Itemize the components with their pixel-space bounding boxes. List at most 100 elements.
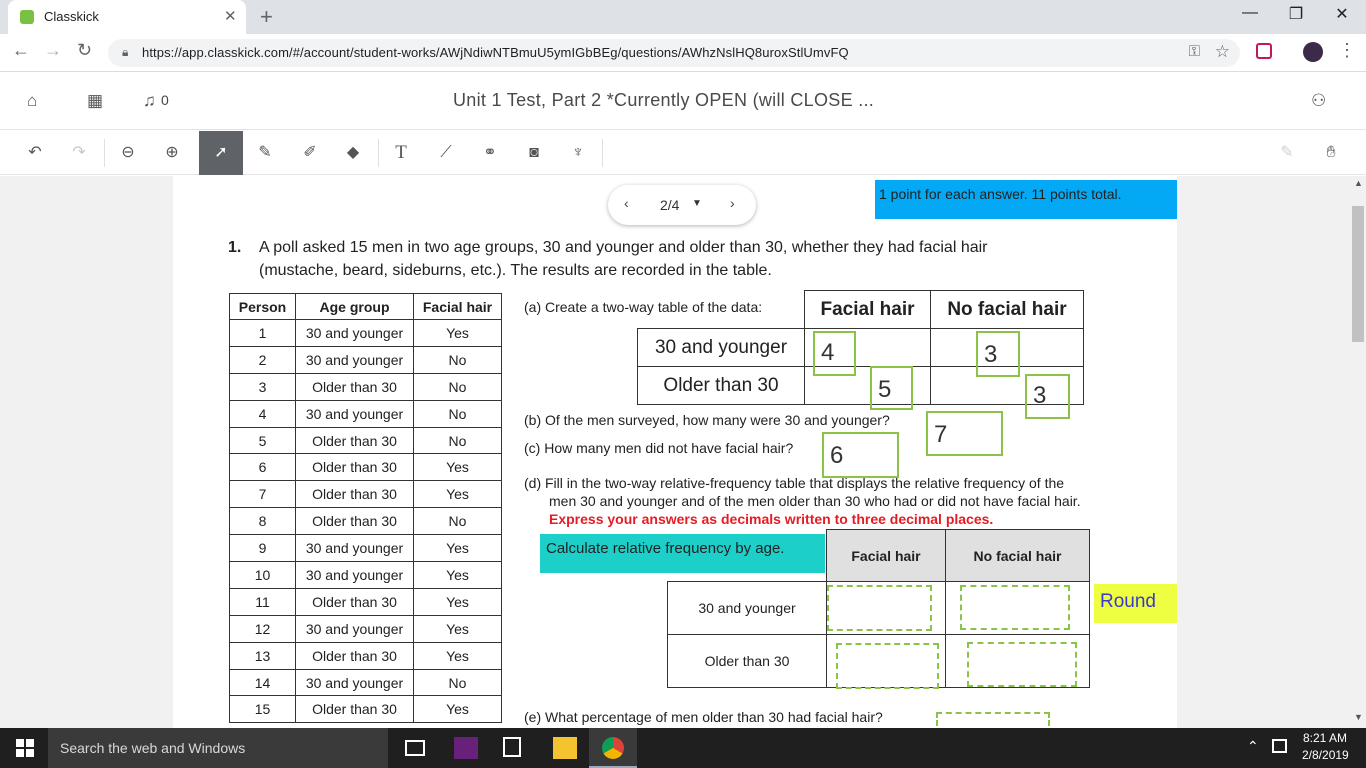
zoom-out-icon[interactable]: ⊖ <box>106 131 150 175</box>
extension-icon[interactable] <box>1256 43 1272 59</box>
table-cell: No <box>413 426 502 455</box>
pointer-tool-icon[interactable]: ➚ <box>199 131 243 175</box>
taskbar-search[interactable]: Search the web and Windows <box>48 728 388 768</box>
browser-menu-icon[interactable]: ⋮ <box>1338 40 1356 61</box>
browser-tab[interactable]: Classkick ✕ <box>8 0 246 34</box>
table-cell: 7 <box>229 480 296 509</box>
tab-title: Classkick <box>44 9 99 24</box>
answer-box[interactable] <box>967 642 1077 687</box>
user-icon[interactable]: ⚇ <box>1311 91 1326 111</box>
chrome-taskbar-button[interactable] <box>589 728 637 768</box>
key-icon[interactable]: ⚿ <box>1189 43 1200 60</box>
action-center-icon[interactable] <box>1272 739 1287 753</box>
file-explorer-icon[interactable] <box>553 737 577 759</box>
table-cell: Yes <box>413 561 502 589</box>
clock-time[interactable]: 8:21 AM <box>1303 731 1347 745</box>
answer-box[interactable] <box>836 643 939 689</box>
scroll-down-icon[interactable]: ▼ <box>1354 712 1363 722</box>
table-row: 2 30 and younger No <box>229 345 502 374</box>
microphone-tool-icon[interactable]: ♆ <box>556 131 600 175</box>
notification-count[interactable]: 0 <box>161 92 169 108</box>
minimize-button[interactable]: — <box>1230 4 1270 22</box>
scroll-up-icon[interactable]: ▲ <box>1354 178 1363 188</box>
maximize-button[interactable]: ❐ <box>1276 4 1316 24</box>
table-cell: Yes <box>413 319 502 347</box>
answer-box[interactable]: 6 <box>822 432 899 478</box>
link-tool-icon[interactable]: ⚭ <box>468 131 512 175</box>
clock-date[interactable]: 2/8/2019 <box>1302 748 1349 762</box>
table-row: 8 Older than 30 No <box>229 507 502 536</box>
highlighter-tool-icon[interactable]: ✐ <box>288 131 332 175</box>
browser-toolbar: ← → ↻ 🔒︎ https://app.classkick.com/#/acc… <box>0 34 1366 72</box>
home-icon[interactable]: ⌂ <box>27 91 37 111</box>
eraser-tool-icon[interactable]: ◆ <box>331 131 375 175</box>
bell-icon[interactable]: ♫ <box>143 91 156 111</box>
previous-page-icon[interactable]: ‹ <box>624 195 629 211</box>
tray-expand-icon[interactable]: ⌃ <box>1247 738 1259 755</box>
toolbar-divider <box>602 139 603 167</box>
row-header: Older than 30 <box>637 366 805 405</box>
table-cell: No <box>413 507 502 536</box>
new-tab-button[interactable]: + <box>260 4 273 30</box>
column-header: Facial hair <box>413 293 502 320</box>
answer-box[interactable]: 7 <box>926 411 1003 456</box>
forward-arrow-icon[interactable]: → <box>44 40 62 61</box>
app-header: ⌂ ▦ ♫ 0 Unit 1 Test, Part 2 *Currently O… <box>0 72 1366 130</box>
hand-tool-icon[interactable]: ✋︎ <box>1309 131 1353 175</box>
part-b-text: (b) Of the men surveyed, how many were 3… <box>524 412 890 428</box>
table-cell: 30 and younger <box>295 668 414 697</box>
row-header: 30 and younger <box>637 328 805 367</box>
redo-icon[interactable]: ↷ <box>57 131 101 175</box>
table-cell: Yes <box>413 534 502 563</box>
answer-box[interactable] <box>960 585 1070 630</box>
answer-box[interactable]: 3 <box>976 331 1020 377</box>
task-view-icon[interactable] <box>405 740 425 756</box>
undo-icon[interactable]: ↶ <box>13 131 57 175</box>
store-icon[interactable] <box>503 737 521 757</box>
table-cell: 11 <box>229 587 296 616</box>
address-bar[interactable]: 🔒︎ https://app.classkick.com/#/account/s… <box>108 39 1240 67</box>
url-text[interactable]: https://app.classkick.com/#/account/stud… <box>142 45 849 60</box>
table-cell: 15 <box>229 695 296 724</box>
reload-icon[interactable]: ↻ <box>77 40 92 61</box>
windows-start-icon[interactable] <box>16 739 34 757</box>
table-cell: Older than 30 <box>295 587 414 616</box>
next-page-icon[interactable]: › <box>730 195 735 211</box>
answer-box[interactable]: 3 <box>1025 374 1070 419</box>
tab-close-icon[interactable]: ✕ <box>224 7 237 25</box>
answer-box[interactable]: 4 <box>813 331 856 376</box>
pen-tool-icon[interactable]: ✎ <box>243 131 287 175</box>
visual-studio-icon[interactable] <box>454 737 478 759</box>
column-header: Facial hair <box>826 529 946 582</box>
close-window-button[interactable]: ✕ <box>1322 4 1362 24</box>
scroll-thumb[interactable] <box>1352 206 1364 342</box>
answer-box[interactable] <box>827 585 932 631</box>
back-arrow-icon[interactable]: ← <box>12 40 30 61</box>
page-dropdown-icon[interactable]: ▼ <box>692 198 702 209</box>
table-cell: Yes <box>413 641 502 670</box>
bookmark-star-icon[interactable]: ☆ <box>1215 42 1230 62</box>
text-tool-icon[interactable]: T <box>379 131 423 175</box>
table-cell: 2 <box>229 345 296 374</box>
windows-taskbar: Search the web and Windows ⌃ 8:21 AM 2/8… <box>0 728 1366 768</box>
page-indicator[interactable]: 2/4 <box>660 197 679 213</box>
table-row: 7 Older than 30 Yes <box>229 480 502 509</box>
table-cell: 14 <box>229 668 296 697</box>
table-cell: Older than 30 <box>295 453 414 482</box>
answer-box[interactable]: 5 <box>870 366 913 410</box>
empty-corner-cell <box>637 290 805 329</box>
search-placeholder[interactable]: Search the web and Windows <box>60 740 245 756</box>
vertical-scrollbar[interactable]: ▲ ▼ <box>1350 176 1366 728</box>
grid-icon[interactable]: ▦ <box>87 91 103 111</box>
table-cell: No <box>413 345 502 374</box>
table-cell: 4 <box>229 399 296 428</box>
table-row: 4 30 and younger No <box>229 399 502 428</box>
profile-avatar-icon[interactable] <box>1303 42 1323 62</box>
line-tool-icon[interactable]: ⟋ <box>424 131 468 175</box>
table-row: 13 Older than 30 Yes <box>229 641 502 670</box>
camera-tool-icon[interactable]: ◙ <box>512 131 556 175</box>
table-cell: 1 <box>229 319 296 347</box>
zoom-in-icon[interactable]: ⊕ <box>150 131 194 175</box>
table-row: 11 Older than 30 Yes <box>229 587 502 616</box>
round-banner: Round <box>1094 584 1177 623</box>
